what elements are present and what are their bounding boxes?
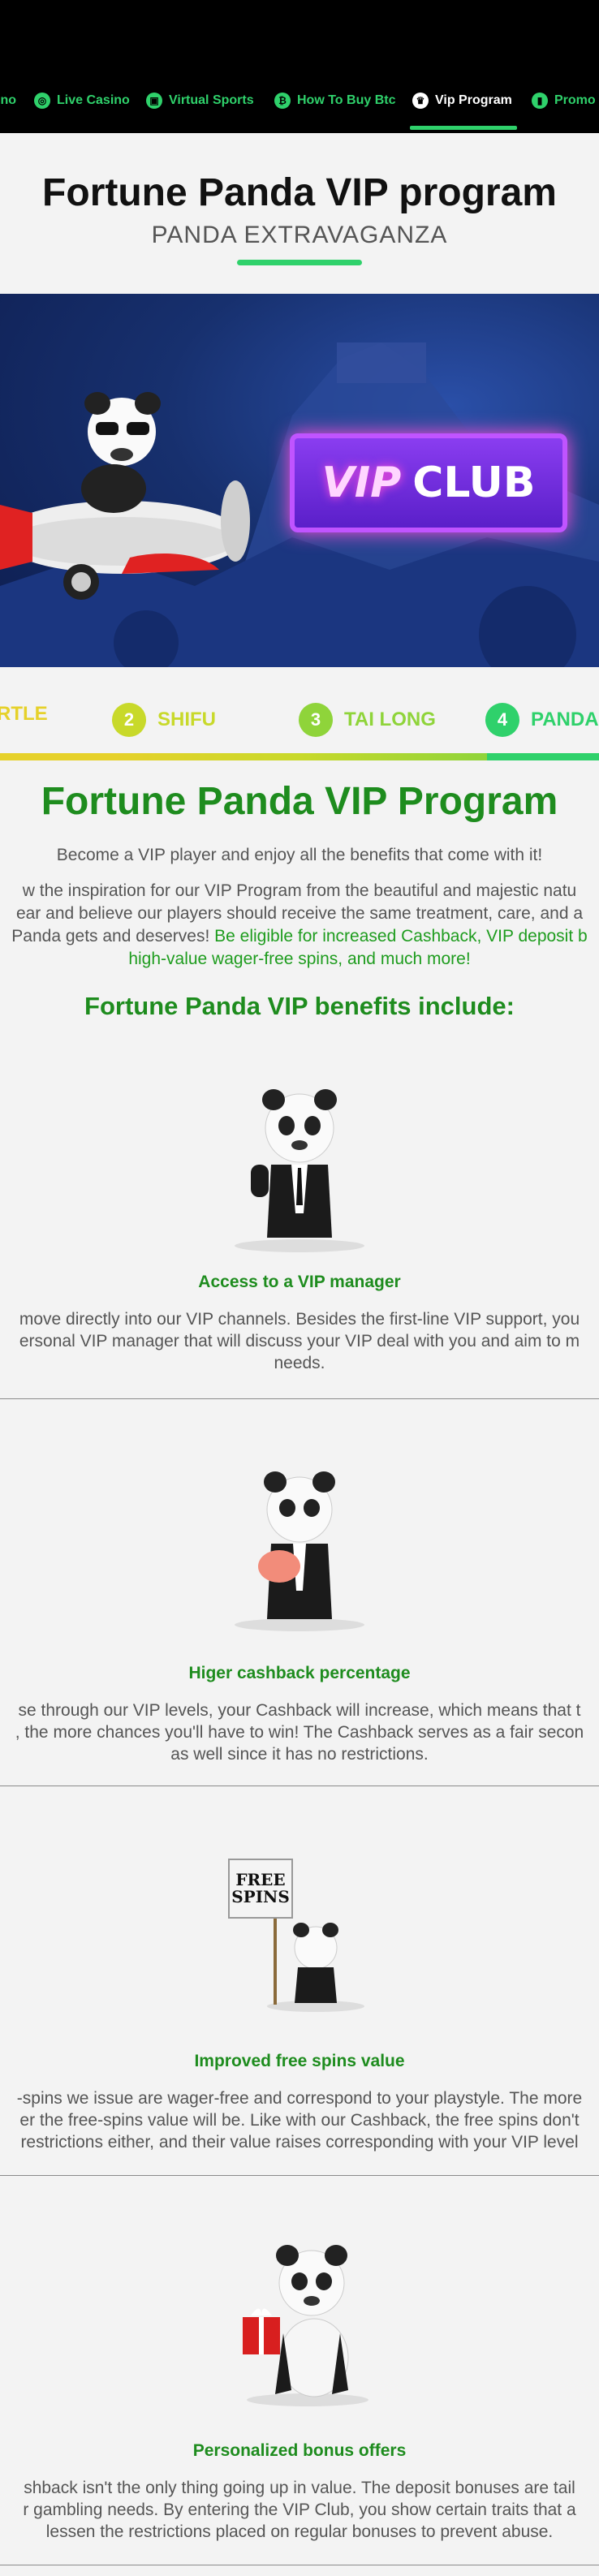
level-number: 4	[485, 703, 519, 737]
live-casino-icon: ◎	[34, 93, 50, 109]
panda-thumbs-up-illustration	[235, 1089, 364, 1252]
divider	[0, 2175, 599, 2176]
divider	[0, 1398, 599, 1399]
body-highlight: Be eligible for increased Cashback, VIP …	[214, 927, 588, 946]
benefit-line: -spins we issue are wager-free and corre…	[16, 2089, 583, 2108]
body-highlight: high-value wager-free spins, and much mo…	[128, 950, 471, 968]
benefit-text: move directly into our VIP channels. Bes…	[0, 1308, 599, 1374]
program-intro: Become a VIP player and enjoy all the be…	[56, 846, 543, 864]
nav-item-label: Vip Program	[435, 93, 512, 107]
level-label: RTLE	[0, 703, 48, 725]
benefit-line: needs.	[274, 1354, 325, 1372]
benefit-title: Access to a VIP manager	[198, 1273, 401, 1291]
benefit-text: shback isn't the only thing going up in …	[0, 2477, 599, 2543]
benefit-line: , the more chances you'll have to win! T…	[15, 1723, 584, 1742]
benefit-line: shback isn't the only thing going up in …	[24, 2479, 575, 2497]
level-tai-long[interactable]: 3 TAI LONG	[299, 703, 436, 737]
promo-icon: ▮	[532, 93, 548, 109]
vip-club-sign: VIP CLUB	[290, 433, 567, 532]
vip-sign-text: VIP	[321, 459, 402, 507]
benefits-title: Fortune Panda VIP benefits include:	[84, 992, 515, 1020]
body-line: w the inspiration for our VIP Program fr…	[22, 881, 577, 900]
top-bar: ino ◎ Live Casino ▣ Virtual Sports ₿ How…	[0, 0, 599, 133]
benefit-text: -spins we issue are wager-free and corre…	[0, 2087, 599, 2153]
nav-item-promo[interactable]: ▮ Promo	[532, 88, 596, 113]
body-line: Panda gets and deserves! Be eligible for…	[0, 925, 599, 948]
vip-levels: RTLE 2 SHIFU 3 TAI LONG 4 PANDA	[0, 688, 599, 761]
crown-icon: ♛	[412, 93, 429, 109]
nav-item-casino[interactable]: ino	[0, 88, 16, 113]
level-label: TAI LONG	[344, 709, 436, 730]
benefit-title: Personalized bonus offers	[192, 2441, 407, 2460]
benefit-line: lessen the restrictions placed on regula…	[45, 2522, 554, 2541]
benefit-line: er the free-spins value will be. Like wi…	[19, 2111, 580, 2130]
benefit-title: Improved free spins value	[194, 2052, 405, 2070]
benefit-image-bonus-offers	[0, 2244, 599, 2406]
bitcoin-icon: ₿	[274, 93, 291, 109]
nav-item-label: ino	[0, 93, 16, 107]
benefit-line: as well since it has no restrictions.	[170, 1745, 429, 1764]
level-label: PANDA	[531, 709, 599, 730]
vip-club-banner: VIP CLUB	[0, 294, 599, 667]
panda-plane-illustration	[0, 392, 250, 600]
nav-item-label: Live Casino	[57, 93, 130, 107]
panda-free-spins-illustration: FREE SPINS	[226, 1859, 373, 2013]
nav-item-vip-program[interactable]: ♛ Vip Program	[412, 88, 512, 113]
benefit-image-vip-manager	[0, 1083, 599, 1254]
level-bar-shifu	[114, 753, 300, 760]
benefit-line: se through our VIP levels, your Cashback…	[18, 1701, 581, 1720]
panda-gift-illustration	[243, 2245, 368, 2406]
main-nav: ino ◎ Live Casino ▣ Virtual Sports ₿ How…	[0, 77, 599, 134]
nav-item-live-casino[interactable]: ◎ Live Casino	[34, 88, 130, 113]
benefit-title: Higer cashback percentage	[188, 1664, 411, 1682]
level-number: 2	[112, 703, 146, 737]
free-spins-sign: FREE SPINS	[228, 1859, 293, 1919]
level-bar-panda	[487, 753, 599, 760]
program-title: Fortune Panda VIP Program	[41, 780, 558, 823]
level-label: SHIFU	[157, 709, 216, 730]
level-turtle[interactable]: RTLE	[0, 703, 48, 726]
benefit-line: move directly into our VIP channels. Bes…	[19, 1310, 580, 1329]
benefit-line: ersonal VIP manager that will discuss yo…	[19, 1332, 580, 1350]
benefit-line: restrictions either, and their value rai…	[20, 2133, 579, 2152]
page-title: Fortune Panda VIP program	[42, 171, 557, 214]
active-tab-indicator	[410, 126, 517, 130]
nav-item-virtual-sports[interactable]: ▣ Virtual Sports	[146, 88, 254, 113]
benefit-image-free-spins: FREE SPINS	[0, 1859, 599, 2013]
nav-item-how-to-buy-btc[interactable]: ₿ How To Buy Btc	[274, 88, 395, 113]
benefit-image-cashback	[0, 1469, 599, 1631]
body-line: ear and believe our players should recei…	[15, 904, 584, 923]
level-bar-turtle	[0, 753, 114, 760]
page-subtitle: PANDA EXTRAVAGANZA	[151, 222, 448, 248]
panda-piggy-bank-illustration	[235, 1471, 364, 1631]
club-sign-text: CLUB	[412, 459, 536, 507]
body-text: Panda gets and deserves!	[11, 927, 215, 946]
nav-item-label: How To Buy Btc	[297, 93, 396, 107]
benefit-line: r gambling needs. By entering the VIP Cl…	[23, 2501, 576, 2519]
benefit-text: se through our VIP levels, your Cashback…	[0, 1699, 599, 1765]
virtual-sports-icon: ▣	[146, 93, 162, 109]
level-number: 3	[299, 703, 333, 737]
level-shifu[interactable]: 2 SHIFU	[112, 703, 216, 737]
title-underline	[237, 260, 362, 265]
level-panda[interactable]: 4 PANDA	[485, 703, 599, 737]
nav-item-label: Virtual Sports	[169, 93, 254, 107]
program-body: w the inspiration for our VIP Program fr…	[0, 880, 599, 971]
level-bar-tai-long	[300, 753, 487, 760]
nav-item-label: Promo	[554, 93, 596, 107]
